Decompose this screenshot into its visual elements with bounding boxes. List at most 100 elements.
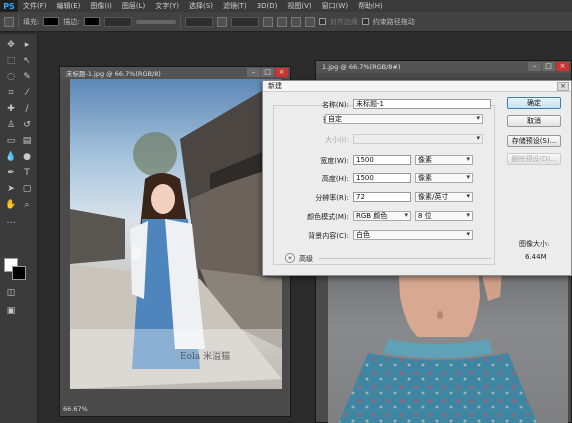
preset-select[interactable]: 自定 (325, 114, 483, 124)
path-arrange-icon[interactable] (290, 16, 301, 27)
document-title-text: 未标题-1.jpg @ 66.7%(RGB/8) (66, 70, 161, 78)
background-contents-label: 背景内容(C): (308, 232, 349, 240)
constrain-path-label: 约束路径拖动 (372, 17, 415, 26)
fill-swatch[interactable] (43, 17, 60, 26)
stroke-swatch[interactable] (83, 17, 100, 26)
menu-image[interactable]: 图像(I) (85, 0, 117, 12)
menu-help[interactable]: 帮助(H) (353, 0, 388, 12)
watermark-text: Eola 米溢猫 (180, 352, 231, 362)
toolbox: ✥ ▸ ⬚ ↖ ◌ ✎ ⌗ ⁄ ✚ ∕ ♙ ↺ ▭ ▤ 💧 ● ✒ T ➤ ▢ … (0, 34, 38, 423)
close-icon[interactable]: × (275, 68, 288, 77)
width-label: 宽度(W): (320, 157, 349, 165)
image-size-label: 图像大小: (519, 240, 550, 248)
width-field[interactable] (184, 16, 213, 27)
path-ops-icon[interactable] (262, 16, 273, 27)
divider (319, 258, 491, 259)
shape-tool-icon[interactable]: ▢ (20, 182, 34, 195)
stroke-label: 描边: (63, 17, 80, 26)
width-field[interactable]: 1500 (353, 155, 411, 165)
stroke-width-field[interactable] (103, 16, 132, 27)
blur-tool-icon[interactable]: 💧 (4, 150, 18, 163)
minimize-icon[interactable]: – (528, 62, 541, 71)
link-icon[interactable] (216, 16, 227, 27)
color-mode-select[interactable]: RGB 颜色 (353, 211, 411, 221)
name-field[interactable]: 未标题-1 (353, 99, 491, 109)
type-tool-icon[interactable]: T (20, 166, 34, 179)
menu-layer[interactable]: 图层(L) (117, 0, 150, 12)
zoom-tool-icon[interactable]: ⌕ (20, 198, 34, 211)
tool-preset-icon[interactable] (4, 16, 14, 27)
eraser-tool-icon[interactable]: ▭ (4, 134, 18, 147)
height-field[interactable]: 1500 (353, 173, 411, 183)
advanced-label[interactable]: 高级 (299, 254, 313, 264)
delete-preset-button[interactable]: 删除预设(D)... (507, 153, 561, 165)
quick-mask-icon[interactable]: ◫ (4, 286, 18, 299)
arrow-tool-icon[interactable]: ↖ (20, 54, 34, 67)
resolution-unit-select[interactable]: 像素/英寸 (415, 192, 473, 202)
resolution-field[interactable]: 72 (353, 192, 411, 202)
bit-depth-select[interactable]: 8 位 (415, 211, 473, 221)
dancer-photo (338, 257, 538, 423)
minimize-icon[interactable]: – (247, 68, 260, 77)
separator (179, 14, 181, 29)
separator (18, 14, 19, 29)
menu-select[interactable]: 选择(S) (184, 0, 218, 12)
align-edges-checkbox[interactable] (318, 18, 326, 25)
artboard-tool-icon[interactable]: ▸ (20, 38, 34, 51)
cancel-button[interactable]: 取消 (507, 115, 561, 127)
dodge-tool-icon[interactable]: ● (20, 150, 34, 163)
dialog-close-button[interactable]: × (557, 82, 569, 91)
background-color-swatch[interactable] (12, 266, 26, 280)
advanced-toggle-icon[interactable]: « (285, 253, 295, 263)
marquee-tool-icon[interactable]: ⬚ (4, 54, 18, 67)
menu-type[interactable]: 文字(Y) (150, 0, 184, 12)
resolution-label: 分辨率(R): (315, 194, 349, 202)
name-label: 名称(N): (321, 101, 349, 109)
photo-canvas-1[interactable]: Eola 米溢猫 (70, 79, 282, 389)
brush-tool-icon[interactable]: ∕ (20, 102, 34, 115)
menu-edit[interactable]: 编辑(E) (52, 0, 86, 12)
stroke-type-slider[interactable] (135, 19, 176, 24)
background-contents-select[interactable]: 白色 (353, 230, 473, 240)
girl-photo (70, 79, 282, 389)
height-unit-select[interactable]: 像素 (415, 173, 473, 183)
zoom-status[interactable]: 66.67% (60, 405, 88, 415)
pen-tool-icon[interactable]: ✒ (4, 166, 18, 179)
move-tool-icon[interactable]: ✥ (4, 38, 18, 51)
ok-button[interactable]: 确定 (507, 97, 561, 109)
height-field[interactable] (230, 16, 259, 27)
quick-select-tool-icon[interactable]: ✎ (20, 70, 34, 83)
menu-file[interactable]: 文件(F) (18, 0, 52, 12)
hand-tool-icon[interactable]: ✋ (4, 198, 18, 211)
document-title-text: 1.jpg @ 66.7%(RGB/8#) (322, 63, 401, 71)
crop-tool-icon[interactable]: ⌗ (4, 86, 18, 99)
gradient-tool-icon[interactable]: ▤ (20, 134, 34, 147)
document-window-1: 未标题-1.jpg @ 66.7%(RGB/8) – □ × Eola 米溢猫 … (59, 66, 291, 417)
new-document-dialog: 新建 × 名称(N): 未标题-1 预设(P): 自定 大小(I): 宽度(W)… (262, 80, 572, 276)
stamp-tool-icon[interactable]: ♙ (4, 118, 18, 131)
maximize-icon[interactable]: □ (261, 68, 274, 77)
fill-label: 填充: (23, 17, 40, 26)
menu-3d[interactable]: 3D(D) (252, 0, 283, 12)
options-bar: 填充: 描边: 对齐边缘 约束路径拖动 (0, 12, 572, 32)
constrain-path-checkbox[interactable] (361, 18, 369, 25)
edit-toolbar-icon[interactable]: … (4, 214, 18, 227)
menu-window[interactable]: 窗口(W) (317, 0, 353, 12)
lasso-tool-icon[interactable]: ◌ (4, 70, 18, 83)
gear-icon[interactable] (304, 16, 315, 27)
menu-view[interactable]: 视图(V) (282, 0, 316, 12)
history-brush-tool-icon[interactable]: ↺ (20, 118, 34, 131)
save-preset-button[interactable]: 存储预设(S)... (507, 135, 561, 147)
maximize-icon[interactable]: □ (542, 62, 555, 71)
eyedropper-tool-icon[interactable]: ⁄ (20, 86, 34, 99)
screen-mode-icon[interactable]: ▣ (4, 304, 18, 317)
width-unit-select[interactable]: 像素 (415, 155, 473, 165)
size-select[interactable] (353, 134, 483, 144)
path-align-icon[interactable] (276, 16, 287, 27)
photo-canvas-2[interactable] (328, 257, 568, 423)
dialog-title[interactable]: 新建 (263, 81, 571, 92)
path-select-tool-icon[interactable]: ➤ (4, 182, 18, 195)
menu-filter[interactable]: 滤镜(T) (218, 0, 252, 12)
close-icon[interactable]: × (556, 62, 569, 71)
healing-tool-icon[interactable]: ✚ (4, 102, 18, 115)
